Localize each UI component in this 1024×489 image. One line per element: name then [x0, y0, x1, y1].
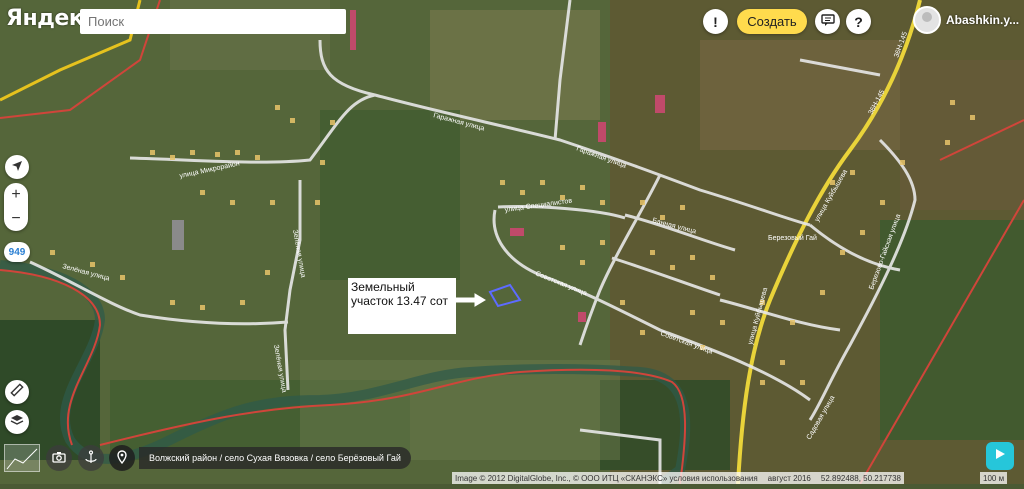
layers-icon [10, 413, 24, 431]
locate-button[interactable] [5, 155, 29, 179]
plot-annotation: Земельный участок 13.47 сот [348, 278, 456, 334]
create-button[interactable]: Создать [737, 9, 807, 34]
avatar[interactable] [913, 6, 941, 34]
satellite-map[interactable]: Гаражная улица Гаражная улица улица Микр… [0, 0, 1024, 489]
copyright-bar: Image © 2012 DigitalGlobe, Inc., © ООО И… [452, 472, 904, 484]
ruler-icon [10, 383, 24, 401]
location-arrow-icon [11, 159, 23, 176]
zoom-in-button[interactable]: + [4, 183, 28, 207]
traffic-button[interactable] [78, 445, 104, 471]
play-icon [993, 447, 1007, 466]
help-button[interactable]: ? [846, 9, 871, 34]
alert-button[interactable]: ! [703, 9, 728, 34]
player-button[interactable] [986, 442, 1014, 470]
top-bar: Яндекс ! Создать ? Abashkin.y... [0, 0, 1024, 42]
copyright-text[interactable]: Image © 2012 DigitalGlobe, Inc., © ООО И… [455, 474, 758, 483]
place-marker-button[interactable] [109, 445, 135, 471]
user-name[interactable]: Abashkin.y... [946, 13, 1019, 27]
place-label-berezovy-gay: Березовый Гай [768, 234, 817, 242]
layers-button[interactable] [5, 410, 29, 434]
breadcrumb[interactable]: Волжский район / село Сухая Вязовка / се… [139, 447, 411, 469]
minimap-thumbnail[interactable] [4, 444, 40, 472]
help-icon: ? [854, 13, 863, 30]
route-badge[interactable]: 949 [4, 242, 30, 262]
coordinates: 52.892488, 50.217738 [820, 473, 901, 483]
alert-icon: ! [713, 13, 718, 30]
chat-icon [820, 13, 835, 30]
zoom-control: + − [4, 183, 28, 231]
anchor-icon [85, 449, 97, 467]
feedback-button[interactable] [815, 9, 840, 34]
pin-icon [117, 449, 127, 467]
imagery-date: август 2016 [767, 473, 811, 483]
ruler-button[interactable] [5, 380, 29, 404]
camera-icon [52, 451, 66, 466]
search-input[interactable] [80, 9, 346, 34]
zoom-out-button[interactable]: − [4, 207, 28, 231]
panorama-button[interactable] [46, 445, 72, 471]
scale-bar: 100 м [980, 472, 1008, 484]
